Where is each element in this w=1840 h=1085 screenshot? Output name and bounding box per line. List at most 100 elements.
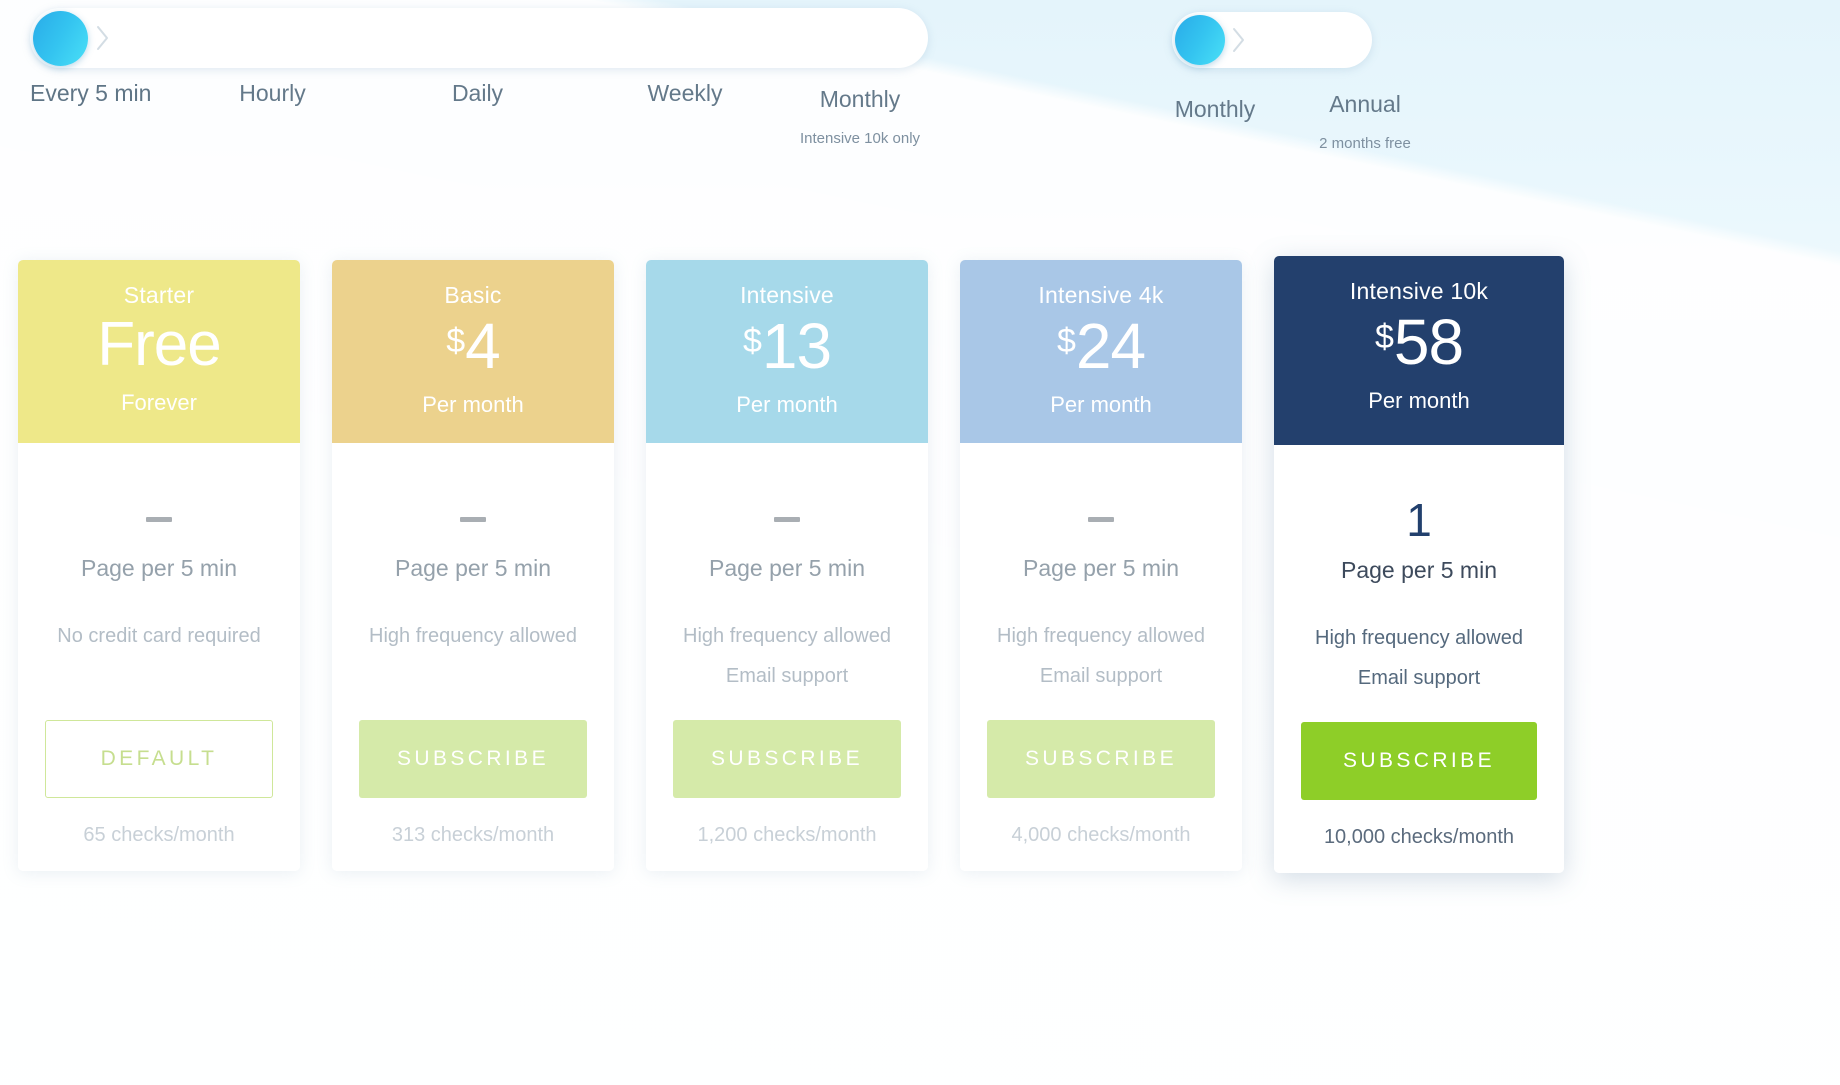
plan-quota-label: Page per 5 min — [395, 555, 551, 581]
plan-checks-per-month: 1,200 checks/month — [697, 824, 877, 846]
plan-amount: 4 — [465, 310, 501, 383]
plan-price: $4 — [332, 314, 614, 378]
cta-wrapper: SUBSCRIBE — [332, 720, 614, 798]
plan-quota-value — [646, 495, 928, 543]
plan-feature: No credit card required — [57, 625, 261, 647]
dash-icon — [1088, 516, 1114, 522]
plan-feature: High frequency allowed — [369, 625, 577, 647]
plan-feature: High frequency allowed — [1315, 627, 1523, 649]
frequency-slider-knob[interactable] — [33, 11, 88, 66]
plan-feature: High frequency allowed — [997, 625, 1205, 647]
billing-period-toggle[interactable] — [1172, 12, 1372, 68]
frequency-option-monthly[interactable]: Monthly Intensive 10k only — [770, 86, 950, 147]
chevron-right-icon — [1232, 27, 1246, 53]
plan-currency: $ — [1374, 318, 1394, 357]
frequency-option-label: Every 5 min — [30, 80, 152, 106]
frequency-option-daily[interactable]: Daily — [390, 80, 565, 107]
plan-period: Per month — [736, 392, 838, 418]
frequency-option-label: Monthly — [819, 86, 901, 112]
pricing-card-intensive-4k[interactable]: Intensive 4k $24 Per month Page per 5 min Hi… — [960, 260, 1242, 871]
plan-price: $58 — [1274, 310, 1564, 374]
plan-checks-per-month: 4,000 checks/month — [1011, 824, 1191, 846]
frequency-option-label: Weekly — [647, 80, 723, 106]
billing-option-annual[interactable]: Annual 2 months free — [1280, 91, 1450, 152]
billing-option-label: Monthly — [1174, 96, 1256, 122]
pricing-card-starter[interactable]: Starter Free Forever Page per 5 min No credi… — [18, 260, 300, 871]
card-body: Page per 5 min High frequency allowed SUBS… — [332, 443, 614, 871]
plan-amount: 24 — [1075, 310, 1146, 383]
plan-feature-list: High frequency allowed — [332, 616, 614, 712]
pricing-card-list: Starter Free Forever Page per 5 min No credi… — [0, 256, 1840, 900]
card-header: Intensive 4k $24 Per month — [960, 260, 1242, 443]
pricing-card-intensive-10k[interactable]: Intensive 10k $58 Per month 1 Page per 5 min… — [1274, 256, 1564, 873]
card-body: Page per 5 min High frequency allowed Emai… — [646, 443, 928, 871]
dash-icon — [146, 516, 172, 522]
billing-option-note: 2 months free — [1319, 135, 1411, 152]
card-header: Basic $4 Per month — [332, 260, 614, 443]
plan-feature-list: High frequency allowed Email support — [1274, 618, 1564, 714]
plan-checks-per-month: 65 checks/month — [83, 824, 235, 846]
card-body: Page per 5 min High frequency allowed Emai… — [960, 443, 1242, 871]
dash-icon — [774, 516, 800, 522]
plan-quota-label: Page per 5 min — [709, 555, 865, 581]
plan-feature-list: High frequency allowed Email support — [646, 616, 928, 712]
subscribe-button[interactable]: SUBSCRIBE — [1301, 722, 1537, 800]
plan-feature-list: High frequency allowed Email support — [960, 616, 1242, 712]
plan-feature: Email support — [1357, 667, 1481, 689]
cta-wrapper: SUBSCRIBE — [646, 720, 928, 798]
plan-quota-value — [960, 495, 1242, 543]
subscribe-button[interactable]: SUBSCRIBE — [673, 720, 901, 798]
plan-quota-value — [18, 495, 300, 543]
subscribe-button[interactable]: SUBSCRIBE — [359, 720, 587, 798]
card-body: Page per 5 min No credit card required DEF… — [18, 443, 300, 871]
plan-name: Basic — [444, 282, 502, 308]
frequency-option-hourly[interactable]: Hourly — [180, 80, 365, 107]
cta-wrapper: DEFAULT — [18, 720, 300, 798]
plan-quota-label: Page per 5 min — [81, 555, 237, 581]
plan-price: Free — [18, 314, 300, 376]
default-button[interactable]: DEFAULT — [45, 720, 273, 798]
plan-name: Intensive 10k — [1349, 278, 1489, 304]
frequency-option-note: Intensive 10k only — [799, 130, 921, 147]
plan-period: Per month — [422, 392, 524, 418]
plan-period: Per month — [1050, 392, 1152, 418]
plan-feature: Email support — [1039, 665, 1163, 687]
billing-option-label: Annual — [1329, 91, 1401, 117]
pricing-card-intensive[interactable]: Intensive $13 Per month Page per 5 min High … — [646, 260, 928, 871]
frequency-slider-track[interactable] — [30, 8, 928, 68]
plan-feature: Email support — [725, 665, 849, 687]
plan-amount: 58 — [1393, 306, 1464, 379]
chevron-right-icon — [96, 25, 110, 51]
dash-icon — [460, 516, 486, 522]
plan-checks-per-month: 313 checks/month — [391, 824, 555, 846]
plan-currency: $ — [1056, 322, 1076, 361]
controls-row: Every 5 min Hourly Daily Weekly Monthly Inten… — [0, 0, 1840, 200]
plan-quota-label: Page per 5 min — [1023, 555, 1179, 581]
plan-currency: $ — [446, 322, 466, 361]
plan-name: Intensive — [740, 282, 834, 308]
frequency-options: Every 5 min Hourly Daily Weekly Monthly Inten… — [0, 80, 940, 160]
plan-checks-per-month: 10,000 checks/month — [1323, 826, 1515, 848]
card-header: Starter Free Forever — [18, 260, 300, 443]
plan-quota-value — [332, 495, 614, 543]
plan-name: Starter — [123, 282, 195, 308]
cta-wrapper: SUBSCRIBE — [1274, 722, 1564, 800]
billing-toggle-knob[interactable] — [1175, 15, 1225, 65]
plan-period: Per month — [1368, 388, 1470, 414]
pricing-card-basic[interactable]: Basic $4 Per month Page per 5 min High frequ… — [332, 260, 614, 871]
plan-period: Forever — [121, 390, 197, 416]
frequency-option-weekly[interactable]: Weekly — [600, 80, 770, 107]
billing-options: Monthly Annual 2 months free — [1120, 88, 1520, 168]
billing-option-monthly[interactable]: Monthly — [1130, 96, 1300, 123]
card-header: Intensive 10k $58 Per month — [1274, 256, 1564, 445]
plan-quota-label: Page per 5 min — [1341, 557, 1497, 583]
plan-feature: High frequency allowed — [683, 625, 891, 647]
frequency-option-every-5-min[interactable]: Every 5 min — [30, 80, 152, 107]
check-frequency-slider[interactable] — [30, 8, 928, 68]
frequency-option-label: Daily — [451, 80, 504, 106]
plan-amount: 13 — [761, 310, 832, 383]
subscribe-button[interactable]: SUBSCRIBE — [987, 720, 1215, 798]
card-header: Intensive $13 Per month — [646, 260, 928, 443]
cta-wrapper: SUBSCRIBE — [960, 720, 1242, 798]
plan-name: Intensive 4k — [1038, 282, 1164, 308]
